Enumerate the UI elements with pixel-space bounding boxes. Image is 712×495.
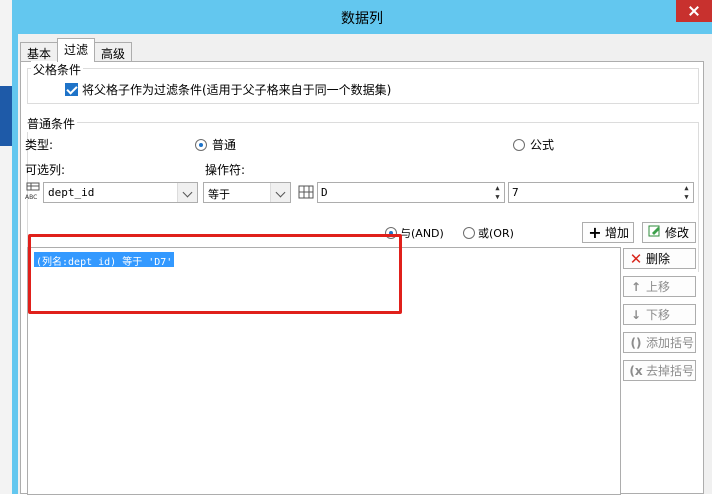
radio-normal-option[interactable]: 普通 <box>195 136 236 153</box>
radio-and[interactable] <box>385 227 397 239</box>
tab-advanced[interactable]: 高级 <box>94 42 133 62</box>
arrow-up-icon: ↑ <box>630 279 642 294</box>
normal-condition-title: 普通条件 <box>25 115 78 132</box>
radio-and-label: 与(AND) <box>400 227 444 240</box>
type-label: 类型: <box>25 138 54 152</box>
condition-list-item[interactable]: (列名:dept_id) 等于 'D7' <box>34 252 175 268</box>
move-up-label: 上移 <box>646 280 671 294</box>
radio-formula-option[interactable]: 公式 <box>513 136 554 153</box>
radio-or-option[interactable]: 或(OR) <box>463 225 514 241</box>
move-up-button[interactable]: ↑ 上移 <box>623 276 696 297</box>
value-input-1-text: D <box>321 186 328 199</box>
radio-or[interactable] <box>463 227 475 239</box>
parent-filter-label: 将父格子作为过滤条件(适用于父子格来自于同一个数据集) <box>82 83 392 97</box>
radio-normal-label: 普通 <box>212 138 237 152</box>
operator-label: 操作符: <box>205 163 246 177</box>
edit-condition-button[interactable]: 修改 <box>642 222 696 243</box>
dialog-client: 基本 过滤 高级 父格条件 将父格子作为过滤条件(适用于父子格来自于同一个数据集… <box>18 34 712 495</box>
svg-text:ABC: ABC <box>25 194 37 201</box>
add-condition-label: 增加 <box>605 226 630 240</box>
column-label: 可选列: <box>25 163 66 177</box>
edit-icon <box>647 224 663 241</box>
dialog-title: 数据列 <box>341 11 383 27</box>
value-input-2[interactable]: 7 ▲ ▼ <box>508 182 694 203</box>
filter-panel: 父格条件 将父格子作为过滤条件(适用于父子格来自于同一个数据集) 普通条件 类型… <box>20 61 704 495</box>
radio-formula-label: 公式 <box>530 138 555 152</box>
remove-bracket-icon: (x <box>629 363 643 378</box>
edit-condition-label: 修改 <box>665 226 690 240</box>
delete-label: 删除 <box>646 252 671 266</box>
column-select-value: dept_id <box>48 186 95 199</box>
operator-select-value: 等于 <box>208 188 230 201</box>
radio-and-option[interactable]: 与(AND) <box>385 225 444 241</box>
radio-normal[interactable] <box>195 138 207 151</box>
tab-strip: 基本 过滤 高级 <box>20 38 133 62</box>
column-select[interactable]: dept_id <box>43 182 198 203</box>
operator-select[interactable]: 等于 <box>203 182 291 203</box>
add-condition-button[interactable]: + 增加 <box>582 222 634 243</box>
chevron-down-icon[interactable] <box>270 183 290 202</box>
remove-bracket-label: 去掉括号 <box>646 364 695 378</box>
move-down-button[interactable]: ↓ 下移 <box>623 304 696 325</box>
radio-or-label: 或(OR) <box>478 227 514 240</box>
column-type-icon: ABC <box>24 182 44 202</box>
parent-filter-checkbox[interactable] <box>65 83 78 96</box>
background-blue-block <box>0 86 12 146</box>
spin-down-icon[interactable]: ▼ <box>680 192 693 202</box>
value-input-1[interactable]: D ▲ ▼ <box>317 182 505 203</box>
spin-down-icon[interactable]: ▼ <box>491 192 504 202</box>
value-input-2-text: 7 <box>512 186 519 199</box>
add-bracket-label: 添加括号 <box>646 336 695 350</box>
condition-list[interactable]: (列名:dept_id) 等于 'D7' <box>27 247 621 495</box>
chevron-down-icon[interactable] <box>177 183 197 202</box>
title-bar[interactable]: 数据列 <box>12 0 712 34</box>
delete-icon: ✕ <box>629 249 643 268</box>
dialog-window: 数据列 基本 过滤 高级 父格条件 将父格子作为过滤条件(适用于父子格来自于同一… <box>12 0 712 495</box>
close-button[interactable] <box>676 0 712 22</box>
radio-formula[interactable] <box>513 138 525 151</box>
remove-bracket-button[interactable]: (x 去掉括号 <box>623 360 696 381</box>
tab-filter[interactable]: 过滤 <box>57 38 96 62</box>
parent-condition-title: 父格条件 <box>31 61 84 78</box>
tab-basic[interactable]: 基本 <box>20 42 59 62</box>
value-type-icon[interactable] <box>297 183 315 201</box>
plus-icon: + <box>588 223 602 242</box>
parent-filter-option[interactable]: 将父格子作为过滤条件(适用于父子格来自于同一个数据集) <box>65 81 391 98</box>
bracket-icon: () <box>630 335 642 350</box>
arrow-down-icon: ↓ <box>630 307 642 322</box>
move-down-label: 下移 <box>646 308 671 322</box>
delete-button[interactable]: ✕ 删除 <box>623 248 696 269</box>
add-bracket-button[interactable]: () 添加括号 <box>623 332 696 353</box>
